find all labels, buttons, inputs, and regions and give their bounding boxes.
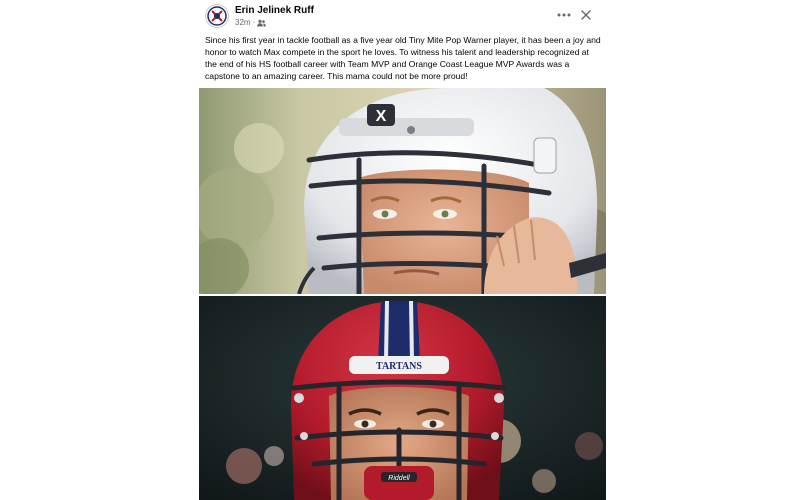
facemask-brand: Riddell bbox=[388, 475, 410, 482]
post-header: Erin Jelinek Ruff 32m · bbox=[199, 0, 606, 32]
author-avatar[interactable] bbox=[205, 4, 229, 28]
friends-icon[interactable] bbox=[257, 19, 267, 27]
post-meta: 32m · bbox=[235, 18, 267, 27]
facebook-post: Erin Jelinek Ruff 32m · Since his first … bbox=[199, 0, 606, 500]
senior-player-image: TARTANS Riddell bbox=[199, 296, 606, 500]
close-icon bbox=[581, 10, 591, 20]
post-photo-young-player[interactable]: X bbox=[199, 88, 606, 294]
post-caption: Since his first year in tackle football … bbox=[205, 35, 601, 81]
more-options-button[interactable] bbox=[554, 6, 574, 24]
helmet-logo: X bbox=[376, 108, 387, 125]
avatar-image bbox=[207, 6, 227, 26]
meta-separator: · bbox=[252, 18, 256, 27]
post-timestamp[interactable]: 32m bbox=[235, 18, 251, 27]
close-button[interactable] bbox=[576, 6, 596, 24]
post-photo-senior-player[interactable]: TARTANS Riddell bbox=[199, 296, 606, 500]
more-options-icon bbox=[557, 13, 571, 17]
helmet-team-name: TARTANS bbox=[376, 361, 422, 372]
young-player-image: X bbox=[199, 88, 606, 294]
author-name[interactable]: Erin Jelinek Ruff bbox=[235, 5, 314, 16]
